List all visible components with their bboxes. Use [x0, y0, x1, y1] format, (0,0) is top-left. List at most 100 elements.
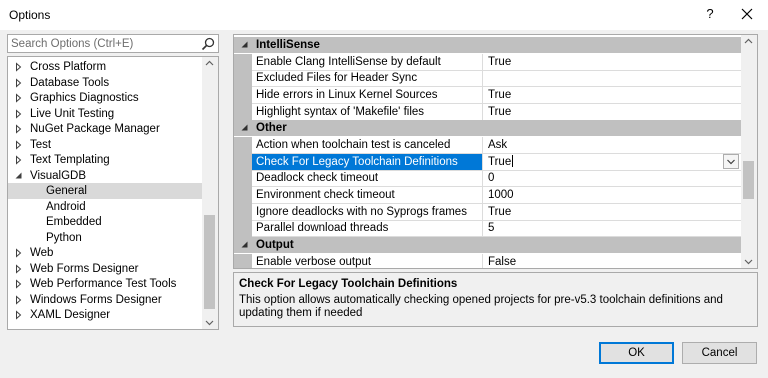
tree-item[interactable]: Web Performance Test Tools — [8, 276, 203, 292]
collapsed-arrow-icon[interactable] — [14, 121, 24, 137]
property-value[interactable]: Ask — [484, 137, 741, 153]
property-row[interactable]: Highlight syntax of 'Makefile' files True — [252, 103, 741, 121]
ok-button[interactable]: OK — [599, 342, 674, 364]
property-value[interactable]: 0 — [484, 170, 741, 186]
category-gutter — [234, 253, 252, 268]
property-value-dropdown[interactable]: True — [484, 153, 741, 170]
collapsed-arrow-icon[interactable] — [14, 90, 24, 106]
collapse-arrow-icon[interactable] — [240, 37, 250, 53]
tree-item-label: Database Tools — [30, 76, 110, 89]
grid-scrollbar[interactable] — [741, 35, 757, 268]
property-name: Environment check timeout — [252, 186, 483, 203]
property-row[interactable]: Hide errors in Linux Kernel Sources True — [252, 86, 741, 104]
tree-scrollbar[interactable] — [202, 57, 218, 329]
collapse-arrow-icon[interactable] — [240, 120, 250, 136]
tree-item-label: Test — [30, 138, 52, 151]
tree-item[interactable]: Test — [8, 137, 203, 153]
collapsed-arrow-icon[interactable] — [14, 106, 24, 122]
property-value-text: True — [488, 88, 512, 101]
tree-item[interactable]: VisualGDB — [8, 168, 203, 184]
tree-item[interactable]: Windows Forms Designer — [8, 292, 203, 308]
search-icon[interactable] — [201, 37, 215, 51]
tree-item[interactable]: Web Forms Designer — [8, 261, 203, 277]
property-row[interactable]: Deadlock check timeout 0 — [252, 170, 741, 188]
property-value[interactable]: True — [484, 54, 741, 70]
expanded-arrow-icon[interactable] — [14, 168, 24, 184]
category-row[interactable]: IntelliSense — [234, 37, 741, 53]
property-value-text: True — [488, 105, 512, 118]
tree-item[interactable]: Python — [8, 230, 203, 246]
property-value[interactable]: 5 — [484, 220, 741, 236]
property-row[interactable]: Excluded Files for Header Sync — [252, 70, 741, 88]
tree-item[interactable]: Cross Platform — [8, 59, 203, 75]
tree-item-label: Cross Platform — [30, 61, 107, 73]
property-name: Hide errors in Linux Kernel Sources — [252, 86, 483, 103]
dropdown-button[interactable] — [723, 153, 739, 169]
tree-item[interactable]: Android — [8, 199, 203, 215]
property-row[interactable]: Check For Legacy Toolchain Definitions Tr… — [252, 153, 741, 171]
collapsed-arrow-icon[interactable] — [14, 137, 24, 153]
collapsed-arrow-icon[interactable] — [14, 245, 24, 261]
property-row[interactable]: Parallel download threads 5 — [252, 220, 741, 238]
property-name: Enable verbose output — [252, 253, 483, 268]
scroll-down-icon[interactable] — [205, 320, 214, 326]
search-input[interactable] — [11, 35, 197, 52]
property-value[interactable]: True — [484, 204, 741, 220]
description-panel: Check For Legacy Toolchain Definitions T… — [233, 272, 758, 327]
grid-scroll-thumb[interactable] — [743, 161, 754, 199]
close-button[interactable] — [736, 4, 758, 24]
scroll-up-icon[interactable] — [744, 38, 753, 44]
property-name: Excluded Files for Header Sync — [252, 70, 483, 87]
collapsed-arrow-icon[interactable] — [14, 59, 24, 75]
chevron-down-icon — [727, 159, 735, 164]
tree-scroll-thumb[interactable] — [204, 215, 215, 309]
scroll-down-icon[interactable] — [744, 259, 753, 265]
tree-item[interactable]: NuGet Package Manager — [8, 121, 203, 137]
property-row[interactable]: Environment check timeout 1000 — [252, 186, 741, 204]
property-grid: IntelliSense Enable Clang IntelliSense by… — [233, 34, 758, 269]
property-name: Parallel download threads — [252, 220, 483, 237]
property-row[interactable]: Ignore deadlocks with no Syprogs frames T… — [252, 203, 741, 221]
property-name: Highlight syntax of 'Makefile' files — [252, 103, 483, 120]
property-value[interactable]: True — [484, 87, 741, 103]
tree-item[interactable]: General — [8, 183, 203, 199]
property-value[interactable]: False — [484, 254, 741, 269]
description-title: Check For Legacy Toolchain Definitions — [239, 278, 458, 290]
collapsed-arrow-icon[interactable] — [14, 292, 24, 308]
collapsed-arrow-icon[interactable] — [14, 276, 24, 292]
text-caret — [512, 155, 514, 168]
property-value-text: False — [488, 255, 517, 268]
tree-item-label: VisualGDB — [30, 169, 87, 182]
property-value[interactable]: True — [484, 104, 741, 120]
tree-item-label: Graphics Diagnostics — [30, 92, 139, 104]
scroll-up-icon[interactable] — [205, 60, 214, 66]
collapsed-arrow-icon[interactable] — [14, 261, 24, 277]
cancel-button[interactable]: Cancel — [682, 342, 757, 364]
category-row[interactable]: Other — [234, 120, 741, 137]
tree-item-label: Android — [46, 200, 86, 213]
property-value-text: True — [488, 205, 512, 218]
property-value[interactable] — [484, 70, 741, 86]
tree-item-label: Python — [46, 231, 82, 244]
collapsed-arrow-icon[interactable] — [14, 152, 24, 168]
property-row[interactable]: Enable Clang IntelliSense by default True — [252, 53, 741, 71]
property-name: Deadlock check timeout — [252, 170, 483, 187]
property-row[interactable]: Action when toolchain test is canceled As… — [252, 136, 741, 154]
tree-item[interactable]: XAML Designer — [8, 307, 203, 323]
property-row[interactable]: Enable verbose output False — [252, 253, 741, 269]
tree-item[interactable]: Web — [8, 245, 203, 261]
help-button[interactable]: ? — [700, 4, 720, 24]
tree-item[interactable]: Graphics Diagnostics — [8, 90, 203, 106]
collapsed-arrow-icon[interactable] — [14, 75, 24, 91]
collapsed-arrow-icon[interactable] — [14, 307, 24, 323]
tree-item[interactable]: Live Unit Testing — [8, 106, 203, 122]
category-label: Other — [256, 122, 287, 135]
tree-item[interactable]: Embedded — [8, 214, 203, 230]
category-row[interactable]: Output — [234, 237, 741, 253]
tree-item[interactable]: Text Templating — [8, 152, 203, 168]
property-name: Ignore deadlocks with no Syprogs frames — [252, 203, 483, 220]
tree-item-label: Embedded — [46, 216, 102, 228]
collapse-arrow-icon[interactable] — [240, 237, 250, 253]
tree-item[interactable]: Database Tools — [8, 75, 203, 91]
property-value[interactable]: 1000 — [484, 187, 741, 203]
